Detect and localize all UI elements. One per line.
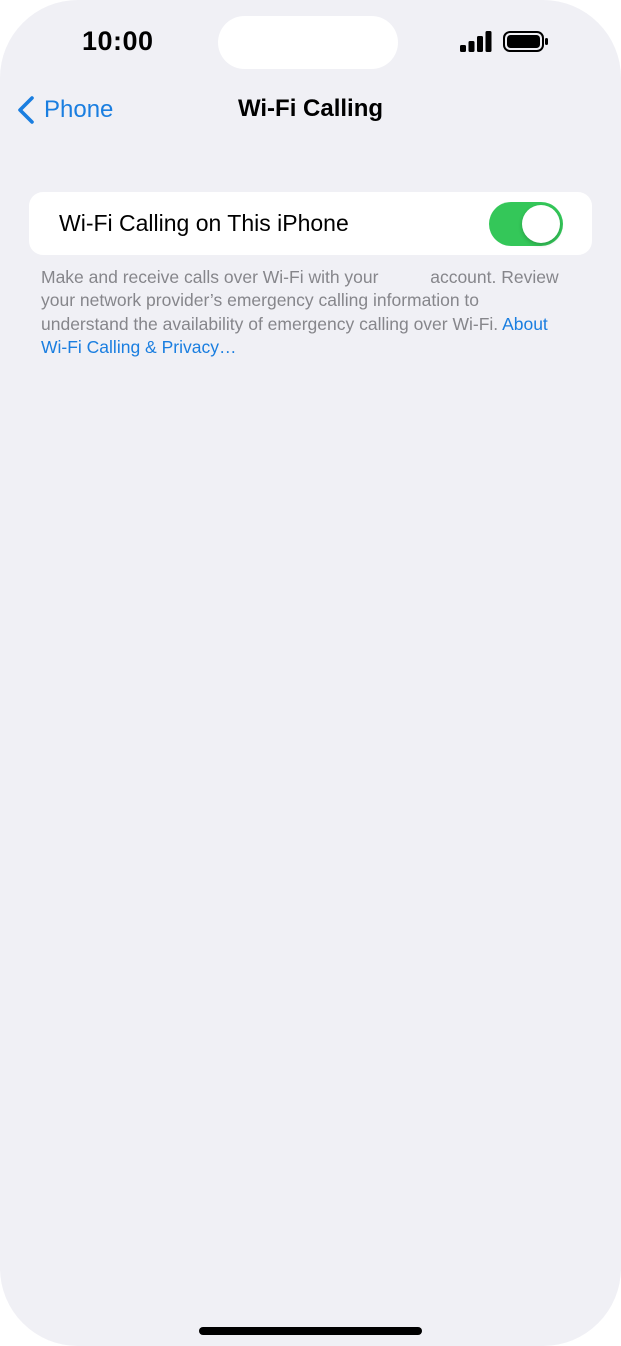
navigation-bar: Phone Wi-Fi Calling bbox=[0, 84, 621, 136]
page-title: Wi-Fi Calling bbox=[237, 95, 384, 122]
footer-text-part1: Make and receive calls over Wi-Fi with y… bbox=[41, 267, 379, 287]
status-bar: 10:00 bbox=[0, 0, 621, 84]
dynamic-island bbox=[218, 16, 398, 69]
wifi-calling-footer: Make and receive calls over Wi-Fi with y… bbox=[41, 266, 561, 359]
settings-group-wifi-calling: Wi-Fi Calling on This iPhone bbox=[29, 192, 592, 255]
signal-bars-icon bbox=[460, 31, 492, 52]
battery-icon bbox=[503, 31, 548, 52]
wifi-calling-label: Wi-Fi Calling on This iPhone bbox=[59, 210, 349, 236]
home-indicator[interactable] bbox=[199, 1327, 422, 1335]
phone-screen: 10:00 Phone Wi-Fi Calling Wi-Fi Calling … bbox=[0, 0, 621, 1346]
toggle-knob bbox=[522, 205, 560, 243]
wifi-calling-toggle[interactable] bbox=[489, 202, 563, 246]
status-time: 10:00 bbox=[82, 26, 154, 56]
